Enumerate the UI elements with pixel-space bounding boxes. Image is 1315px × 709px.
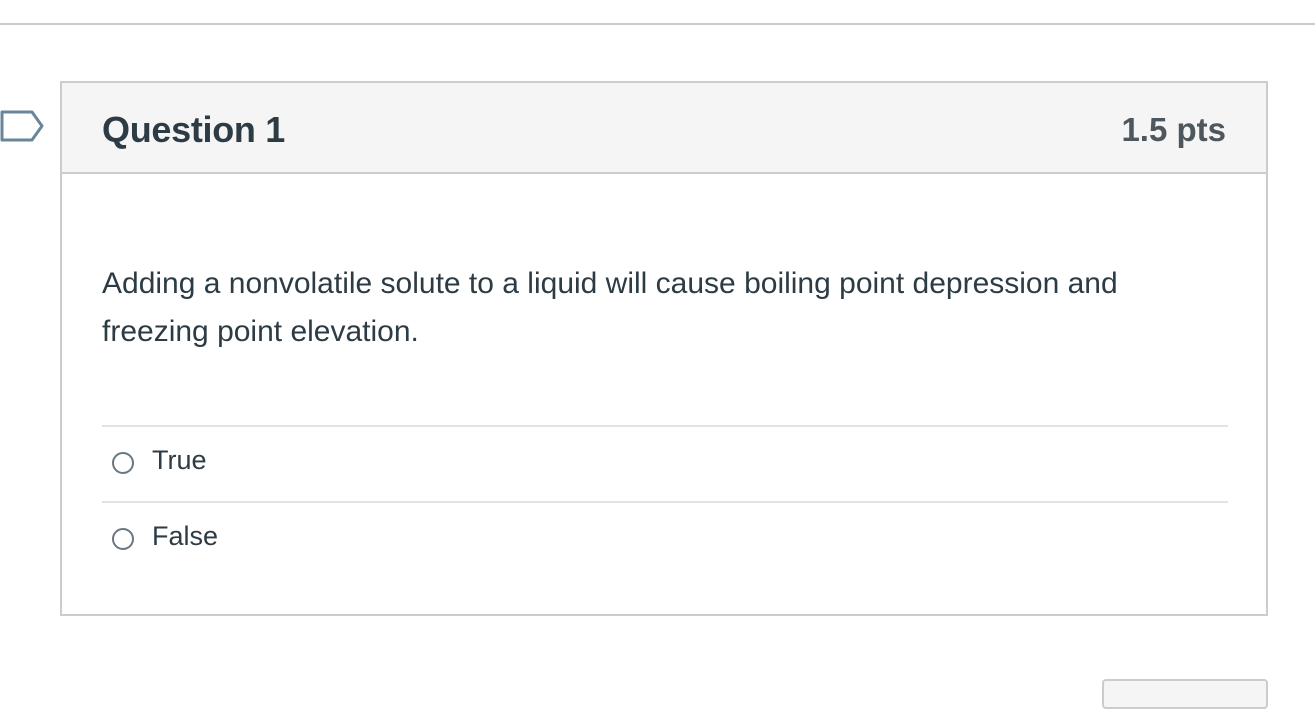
question-text: Adding a nonvolatile solute to a liquid … [102,267,1118,348]
flag-question-icon[interactable] [0,109,46,145]
radio-button-false[interactable] [112,528,134,550]
question-points: 1.5 pts [1121,111,1226,148]
radio-button-true[interactable] [112,452,134,474]
answer-option-true[interactable]: True [102,427,1228,503]
answer-list: True False [102,425,1228,577]
answer-label-true[interactable]: True [152,445,207,476]
question-card: Question 1 1.5 pts Adding a nonvolatile … [60,81,1268,616]
question-title: Question 1 [102,109,286,150]
partial-button[interactable] [1102,679,1268,709]
question-header: Question 1 1.5 pts [62,83,1266,174]
answer-label-false[interactable]: False [152,521,218,552]
top-divider [0,23,1315,25]
answer-option-false[interactable]: False [102,503,1228,577]
